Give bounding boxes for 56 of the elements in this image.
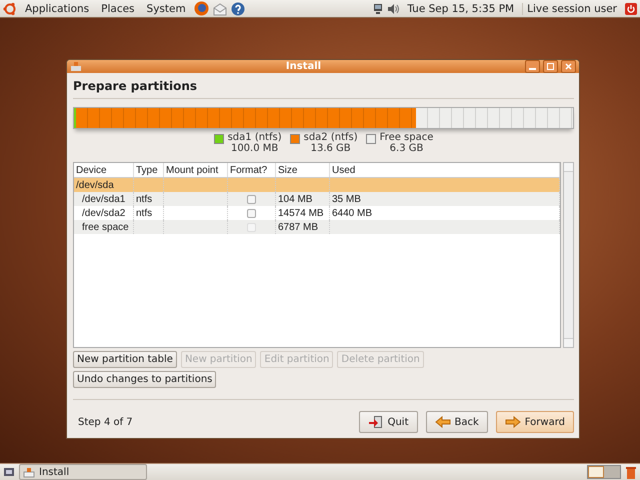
back-button[interactable]: Back	[426, 411, 488, 433]
maximize-button[interactable]	[543, 60, 558, 73]
ubuntu-logo-icon[interactable]	[3, 2, 17, 16]
trash-icon[interactable]	[625, 466, 637, 478]
taskbar-button[interactable]: Install	[19, 464, 147, 480]
help-icon[interactable]	[230, 2, 245, 16]
close-button[interactable]	[561, 60, 576, 73]
mail-icon[interactable]	[212, 2, 227, 16]
exit-icon	[368, 415, 384, 429]
partition-button[interactable]: New partition table	[73, 351, 177, 368]
menu-item[interactable]: Applications	[21, 2, 94, 14]
legend-size: 6.3 GB	[390, 143, 424, 154]
clock[interactable]: Tue Sep 15, 5:35 PM	[403, 2, 518, 14]
table-cell: ntfs	[134, 192, 164, 206]
table-cell: 6787 MB	[276, 220, 330, 234]
step-label: Step 4 of 7	[78, 416, 133, 428]
right-arrow-icon	[504, 416, 521, 428]
legend-size: 100.0 MB	[230, 143, 278, 154]
table-cell: /dev/sda1	[74, 192, 134, 206]
column-header[interactable]: Device	[74, 163, 134, 177]
installer-icon	[70, 61, 82, 72]
column-header[interactable]: Used	[330, 163, 560, 177]
table-cell: 104 MB	[276, 192, 330, 206]
table-cell: free space	[74, 220, 134, 234]
column-header[interactable]: Format?	[228, 163, 276, 177]
minimize-button[interactable]	[525, 60, 540, 73]
column-header[interactable]: Mount point	[164, 163, 228, 177]
maximize-icon	[547, 63, 554, 70]
page-heading: Prepare partitions	[73, 78, 198, 95]
legend-label: Free space	[380, 132, 434, 143]
quit-button[interactable]: Quit	[358, 411, 418, 433]
legend-label: sda2 (ntfs)	[304, 132, 358, 143]
left-arrow-icon	[434, 416, 450, 428]
close-icon	[565, 63, 572, 70]
window-title: Install	[284, 61, 322, 72]
undo-button[interactable]: Undo changes to partitions	[73, 371, 216, 388]
legend-size: 13.6 GB	[310, 143, 351, 154]
speaker-icon[interactable]	[387, 2, 400, 14]
power-icon[interactable]	[625, 2, 637, 14]
show-desktop-icon[interactable]	[3, 466, 15, 478]
table-row[interactable]: /dev/sda	[74, 178, 560, 192]
table-row[interactable]: free space 6787 MB	[74, 220, 560, 234]
legend-label: sda1 (ntfs)	[228, 132, 282, 143]
user-name[interactable]: Live session user	[522, 2, 621, 14]
workspace[interactable]	[588, 466, 604, 478]
column-header[interactable]: Type	[134, 163, 164, 177]
table-row[interactable]: /dev/sda1 ntfs 104 MB 35 MB	[74, 192, 560, 206]
format-checkbox[interactable]	[247, 208, 256, 218]
forward-button[interactable]: Forward	[496, 411, 574, 433]
menu-item[interactable]: Places	[97, 2, 139, 14]
column-header[interactable]: Size	[276, 163, 330, 177]
installer-icon	[23, 466, 35, 478]
table-cell: 35 MB	[330, 192, 560, 206]
menu-item[interactable]: System	[142, 2, 190, 14]
scrollbar[interactable]	[563, 162, 574, 348]
format-checkbox[interactable]	[247, 194, 256, 204]
